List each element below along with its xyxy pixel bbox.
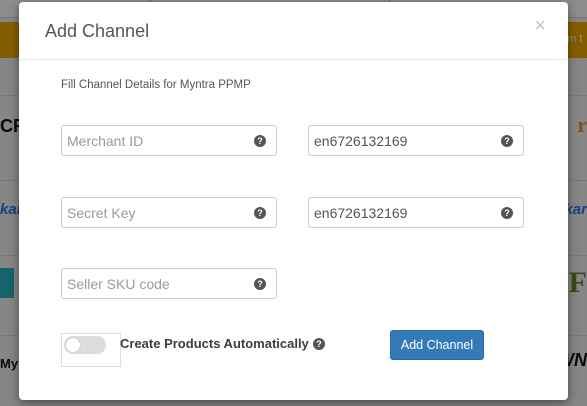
modal-header: Add Channel × — [19, 2, 568, 60]
create-products-label: Create Products Automatically — [120, 336, 309, 351]
create-products-toggle[interactable] — [61, 333, 121, 367]
secret-value-input[interactable] — [309, 198, 489, 227]
seller-sku-input[interactable] — [62, 269, 242, 298]
seller-sku-field-wrapper: ? — [61, 268, 277, 299]
merchant-value-field-wrapper: ? — [308, 125, 524, 156]
merchant-id-field-wrapper: ? — [61, 125, 277, 156]
merchant-value-input[interactable] — [309, 126, 489, 155]
help-icon[interactable]: ? — [501, 207, 513, 219]
secret-key-input[interactable] — [62, 198, 242, 227]
add-channel-modal: Add Channel × Fill Channel Details for M… — [19, 2, 568, 400]
close-icon[interactable]: × — [534, 16, 546, 36]
help-icon[interactable]: ? — [254, 207, 266, 219]
help-icon[interactable]: ? — [254, 278, 266, 290]
modal-subtitle: Fill Channel Details for Myntra PPMP — [61, 79, 251, 91]
add-channel-button[interactable]: Add Channel — [390, 330, 484, 360]
toggle-track[interactable] — [64, 336, 106, 354]
merchant-id-input[interactable] — [62, 126, 242, 155]
help-icon[interactable]: ? — [254, 135, 266, 147]
help-icon[interactable]: ? — [501, 135, 513, 147]
modal-title: Add Channel — [45, 21, 150, 41]
help-icon[interactable]: ? — [313, 338, 325, 350]
toggle-knob[interactable] — [66, 338, 80, 352]
secret-key-field-wrapper: ? — [61, 197, 277, 228]
secret-value-field-wrapper: ? — [308, 197, 524, 228]
